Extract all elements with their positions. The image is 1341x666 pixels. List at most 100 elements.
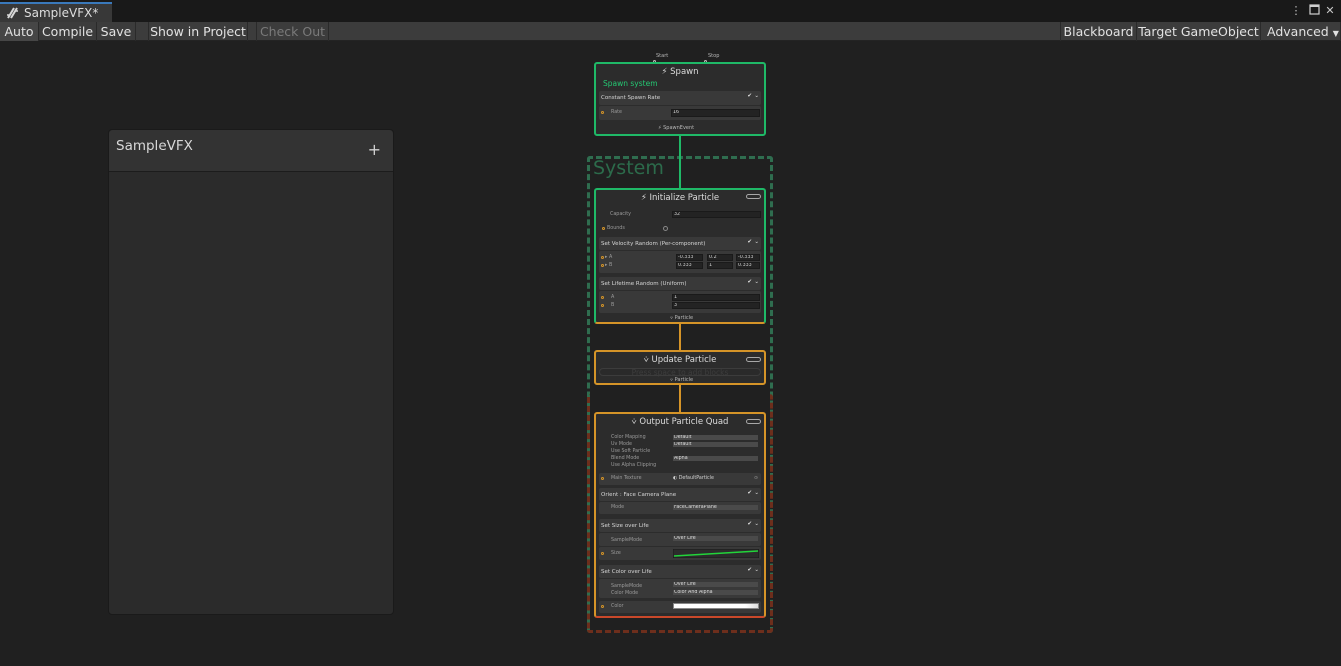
init-update-link [679, 322, 681, 352]
block-toggle-checkbox[interactable]: ✔ [747, 93, 752, 99]
color-over-life-block[interactable]: Set Color over Life ✔ ⌄ [599, 565, 761, 578]
context-options-icon[interactable] [746, 357, 761, 362]
context-options-icon[interactable] [746, 194, 761, 199]
bounds-port[interactable] [602, 227, 605, 230]
tab-title: SampleVFX* [24, 6, 99, 20]
color-port[interactable] [601, 605, 604, 608]
life-b-port[interactable] [601, 304, 604, 307]
block-toggle-checkbox[interactable]: ✔ [747, 490, 752, 496]
color-gradient-field[interactable] [673, 603, 759, 609]
close-icon[interactable]: ✕ [1323, 4, 1337, 18]
more-menu-icon[interactable]: ⋮ [1289, 4, 1303, 18]
add-block-area[interactable]: Press space to add blocks [599, 368, 761, 377]
orient-block[interactable]: Orient : Face Camera Plane ✔ ⌄ [599, 488, 761, 501]
block-settings-icon[interactable]: ⌄ [754, 490, 759, 496]
a-port[interactable] [601, 256, 604, 259]
toolbar: Auto Compile Save Show in Project Check … [0, 22, 1341, 41]
mode-dropdown[interactable]: FaceCameraPlane [673, 505, 758, 510]
compile-button[interactable]: Compile [39, 22, 97, 41]
color-mode-dropdown[interactable]: Color And Alpha [673, 590, 758, 595]
blackboard-header: SampleVFX + [109, 130, 393, 172]
rate-port[interactable] [601, 111, 604, 114]
flow-arrow-icon: ⩒ [631, 417, 637, 427]
space-toggle-icon[interactable] [663, 226, 668, 231]
b-port[interactable] [601, 264, 604, 267]
block-settings-icon[interactable]: ⌄ [754, 93, 759, 99]
target-gameobject-toggle[interactable]: Target GameObject [1137, 22, 1261, 41]
block-settings-icon[interactable]: ⌄ [754, 521, 759, 527]
main-texture-row: Main Texture ◐ DefaultParticle ⊙ [599, 473, 761, 485]
initialize-context[interactable]: ⚡ Initialize Particle Capacity 32 Bounds… [594, 188, 766, 324]
a-label: ▸ A [605, 255, 613, 260]
b-y-field[interactable]: 1 [707, 262, 733, 269]
lightning-icon: ⚡ [658, 125, 662, 131]
soft-particle-label: Use Soft Particle [611, 449, 651, 454]
sample-mode-dropdown[interactable]: Over Life [673, 536, 758, 541]
object-picker-icon[interactable]: ⊙ [754, 476, 758, 481]
life-a-field[interactable]: 1 [672, 294, 760, 301]
b-x-field[interactable]: 0.333 [676, 262, 703, 269]
capacity-field[interactable]: 32 [672, 211, 761, 218]
size-over-life-block[interactable]: Set Size over Life ✔ ⌄ [599, 519, 761, 532]
block-settings-icon[interactable]: ⌄ [754, 239, 759, 245]
a-y-field[interactable]: 0.2 [707, 254, 733, 261]
window-title-bar: SampleVFX* ⋮ ✕ [0, 0, 1341, 22]
block-title: Set Color over Life [601, 569, 652, 575]
color-mapping-dropdown[interactable]: Default [673, 435, 758, 440]
life-a-port[interactable] [601, 296, 604, 299]
spawn-context[interactable]: ⚡ Spawn Spawn system Constant Spawn Rate… [594, 62, 766, 136]
save-button[interactable]: Save [97, 22, 136, 41]
auto-toggle[interactable]: Auto [0, 22, 39, 41]
constant-spawn-rate-block[interactable]: Constant Spawn Rate ✔ ⌄ [599, 91, 761, 105]
tab-samplevfx[interactable]: SampleVFX* [0, 2, 112, 22]
output-quad-context[interactable]: ⩒ Output Particle Quad Color Mapping Def… [594, 412, 766, 618]
advanced-label: Advanced [1267, 24, 1329, 39]
lightning-icon: ⚡ [640, 193, 647, 203]
block-title: Constant Spawn Rate [601, 95, 661, 101]
velocity-block[interactable]: Set Velocity Random (Per-component) ✔ ⌄ [599, 237, 761, 250]
block-title: Orient : Face Camera Plane [601, 492, 677, 498]
color-settings: SampleMode Over Life Color Mode Color An… [599, 579, 761, 598]
size-curve-field[interactable] [673, 549, 759, 558]
block-settings-icon[interactable]: ⌄ [754, 279, 759, 285]
b-z-field[interactable]: 0.333 [736, 262, 760, 269]
lifetime-block[interactable]: Set Lifetime Random (Uniform) ✔ ⌄ [599, 277, 761, 290]
life-b-field[interactable]: 3 [672, 302, 760, 309]
add-blocks-hint: Press space to add blocks [631, 368, 729, 377]
flow-arrow-icon: ⩒ [670, 377, 674, 383]
size-port[interactable] [601, 552, 604, 555]
uv-mode-dropdown[interactable]: Default [673, 442, 758, 447]
spawn-subtitle[interactable]: Spawn system [603, 79, 658, 88]
color-sample-mode-dropdown[interactable]: Over Life [673, 582, 758, 587]
mode-label: Mode [611, 505, 625, 510]
blackboard-toggle[interactable]: Blackboard [1060, 22, 1137, 41]
life-a-label: A [611, 295, 615, 300]
size-curve-row: Size [599, 547, 761, 560]
blend-mode-dropdown[interactable]: Alpha [673, 456, 758, 461]
main-texture-label: Main Texture [611, 476, 642, 481]
block-settings-icon[interactable]: ⌄ [754, 567, 759, 573]
block-toggle-checkbox[interactable]: ✔ [747, 239, 752, 245]
rate-field[interactable]: 16 [671, 109, 760, 117]
block-toggle-checkbox[interactable]: ✔ [747, 567, 752, 573]
main-texture-field[interactable]: ◐ DefaultParticle [673, 476, 714, 481]
spawn-start-port-label: Start [656, 53, 669, 59]
color-gradient-row: Color [599, 601, 761, 613]
check-out-button[interactable]: Check Out [257, 22, 329, 41]
advanced-dropdown[interactable]: Advanced ▼ [1261, 22, 1341, 41]
add-property-icon[interactable]: + [368, 142, 381, 158]
context-options-icon[interactable] [746, 419, 761, 424]
vfx-graph-icon [7, 7, 18, 19]
bounds-label: Bounds [607, 226, 625, 231]
block-toggle-checkbox[interactable]: ✔ [747, 521, 752, 527]
block-toggle-checkbox[interactable]: ✔ [747, 279, 752, 285]
update-context[interactable]: ⩒ Update Particle Press space to add blo… [594, 350, 766, 385]
blackboard-panel[interactable]: SampleVFX + [108, 129, 394, 615]
maximize-icon[interactable] [1307, 4, 1321, 18]
a-x-field[interactable]: -0.333 [676, 254, 703, 261]
main-texture-port[interactable] [601, 477, 604, 480]
block-title: Set Lifetime Random (Uniform) [601, 281, 687, 287]
a-z-field[interactable]: -0.333 [736, 254, 760, 261]
system-label[interactable]: System [593, 157, 664, 179]
show-in-project-button[interactable]: Show in Project [149, 22, 248, 41]
